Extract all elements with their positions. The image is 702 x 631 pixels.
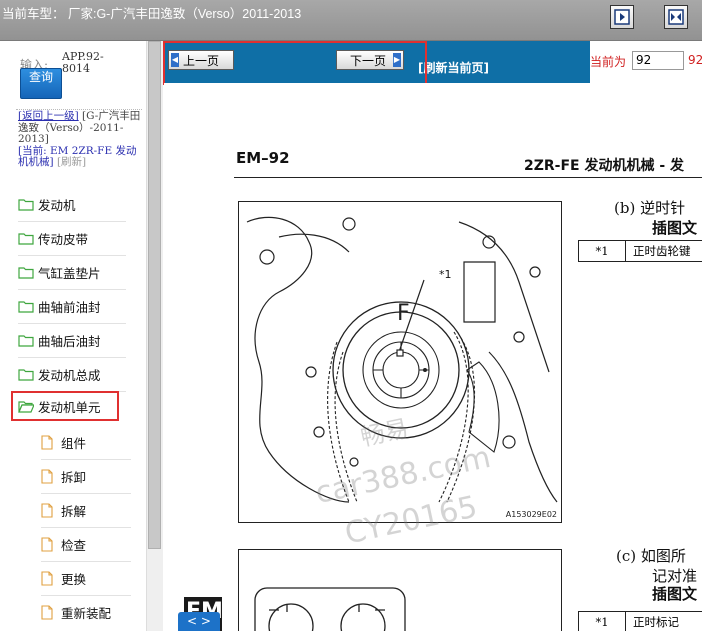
legend-text: 正时齿轮键 [633, 244, 691, 258]
tree-child-inspection[interactable]: 检查 [41, 529, 131, 559]
legend-num: *1 [579, 241, 626, 261]
folder-icon [18, 300, 34, 313]
document-viewer[interactable]: EM–92 2ZR-FE 发动机机械 - 发 F *1 A153029E02 (… [164, 83, 702, 631]
vehicle-title: 当前车型： 厂家:G-广汽丰田逸致（Verso）2011-2013 [2, 7, 302, 21]
tree-child-label: 拆卸 [61, 469, 87, 485]
tree-child-components[interactable]: 组件 [41, 427, 131, 457]
tree-item-label: 曲轴后油封 [38, 333, 101, 349]
tree-item-label: 发动机 [38, 197, 76, 213]
tree-child-removal[interactable]: 拆卸 [41, 461, 131, 491]
search-input[interactable]: APP.92-8014 [62, 51, 110, 75]
refresh-page-link[interactable]: [刷新当前页] [418, 59, 489, 76]
document-icon [41, 604, 53, 620]
page-number: EM–92 [236, 149, 290, 167]
tree-item-engine-assembly[interactable]: 发动机总成 [18, 359, 126, 389]
divider [18, 357, 126, 358]
folder-open-icon [18, 400, 34, 413]
folder-icon [18, 334, 34, 347]
tree-item-drive-belt[interactable]: 传动皮带 [18, 223, 126, 253]
sidebar-scrollbar[interactable] [146, 41, 163, 631]
divider [41, 595, 131, 596]
title-bar: 当前车型： 厂家:G-广汽丰田逸致（Verso）2011-2013 [0, 0, 702, 41]
panel-split-button[interactable] [664, 5, 688, 29]
folder-icon [18, 198, 34, 211]
divider [41, 527, 131, 528]
divider [18, 255, 126, 256]
manual-page: EM–92 2ZR-FE 发动机机械 - 发 F *1 A153029E02 (… [164, 83, 702, 631]
sidebar: 输入: APP.92-8014 查询 [返回上一级] [G-广汽丰田逸致（Ver… [0, 41, 146, 631]
refresh-link[interactable]: [刷新] [57, 156, 86, 168]
panel-collapse-button[interactable] [610, 5, 634, 29]
figure-letter: F [397, 301, 410, 326]
document-icon [41, 434, 53, 450]
breadcrumb: [返回上一级] [G-广汽丰田逸致（Verso）-2011-2013] [当前:… [18, 110, 144, 169]
tree-child-label: 更换 [61, 571, 87, 587]
divider [41, 459, 131, 460]
legend-table-b: *1 正时齿轮键 [578, 240, 702, 262]
tree-item-label: 曲轴前油封 [38, 299, 101, 315]
tree-child-label: 组件 [61, 435, 87, 451]
tree-child-label: 检查 [61, 537, 87, 553]
tree-item-engine-unit[interactable]: 发动机单元 [11, 391, 119, 421]
total-pages: 92 [688, 53, 702, 67]
legend-table-c: *1 正时标记 [578, 611, 702, 631]
panel-collapse-icon [614, 9, 630, 25]
tree-child-label: 重新装配 [61, 605, 112, 621]
tree-item-rear-oil-seal[interactable]: 曲轴后油封 [18, 325, 126, 355]
tree-item-label: 发动机单元 [38, 399, 101, 415]
divider [41, 561, 131, 562]
page-swipe-button[interactable]: < > [178, 612, 220, 631]
document-icon [41, 536, 53, 552]
folder-icon [18, 232, 34, 245]
timing-mark-figure [238, 549, 562, 631]
divider [41, 493, 131, 494]
divider [18, 221, 126, 222]
folder-icon [18, 266, 34, 279]
back-link[interactable]: [返回上一级] [18, 110, 79, 122]
search-button[interactable]: 查询 [20, 68, 62, 99]
timing-mark-illustration [254, 587, 406, 631]
divider [18, 323, 126, 324]
current-page-label: 当前为 [590, 55, 627, 69]
step-b-text: (b) 逆时针 [614, 199, 686, 217]
tree-item-front-oil-seal[interactable]: 曲轴前油封 [18, 291, 126, 321]
tree-item-label: 发动机总成 [38, 367, 101, 383]
document-icon [41, 570, 53, 586]
figure-callout: *1 [439, 268, 452, 281]
legend-num: *1 [579, 612, 626, 631]
tree-item-head-gasket[interactable]: 气缸盖垫片 [18, 257, 126, 287]
section-title: 2ZR-FE 发动机机械 - 发 [524, 158, 685, 174]
tree-child-reassembly[interactable]: 重新装配 [41, 597, 131, 627]
step-b-bold: 插图文 [652, 219, 698, 237]
step-c-bold: 插图文 [652, 585, 698, 603]
current-label: [当前: [18, 144, 47, 157]
tree-item-label: 传动皮带 [38, 231, 89, 247]
document-icon [41, 468, 53, 484]
tree-item-label: 气缸盖垫片 [38, 265, 101, 281]
legend-text: 正时标记 [633, 615, 679, 629]
tree-child-label: 拆解 [61, 503, 87, 519]
figure-code: A153029E02 [505, 510, 557, 519]
tree-item-engine[interactable]: 发动机 [18, 189, 126, 219]
current-page-input[interactable]: 92 [632, 51, 684, 70]
panel-split-icon [668, 9, 684, 25]
scrollbar-thumb[interactable] [148, 41, 161, 549]
divider [18, 289, 126, 290]
header-rule [234, 177, 702, 178]
highlight-box [163, 41, 427, 85]
document-icon [41, 502, 53, 518]
folder-icon [18, 368, 34, 381]
tree-child-disassembly[interactable]: 拆解 [41, 495, 131, 525]
tree-child-replacement[interactable]: 更换 [41, 563, 131, 593]
step-c-text: (c) 如图所 [616, 547, 686, 565]
